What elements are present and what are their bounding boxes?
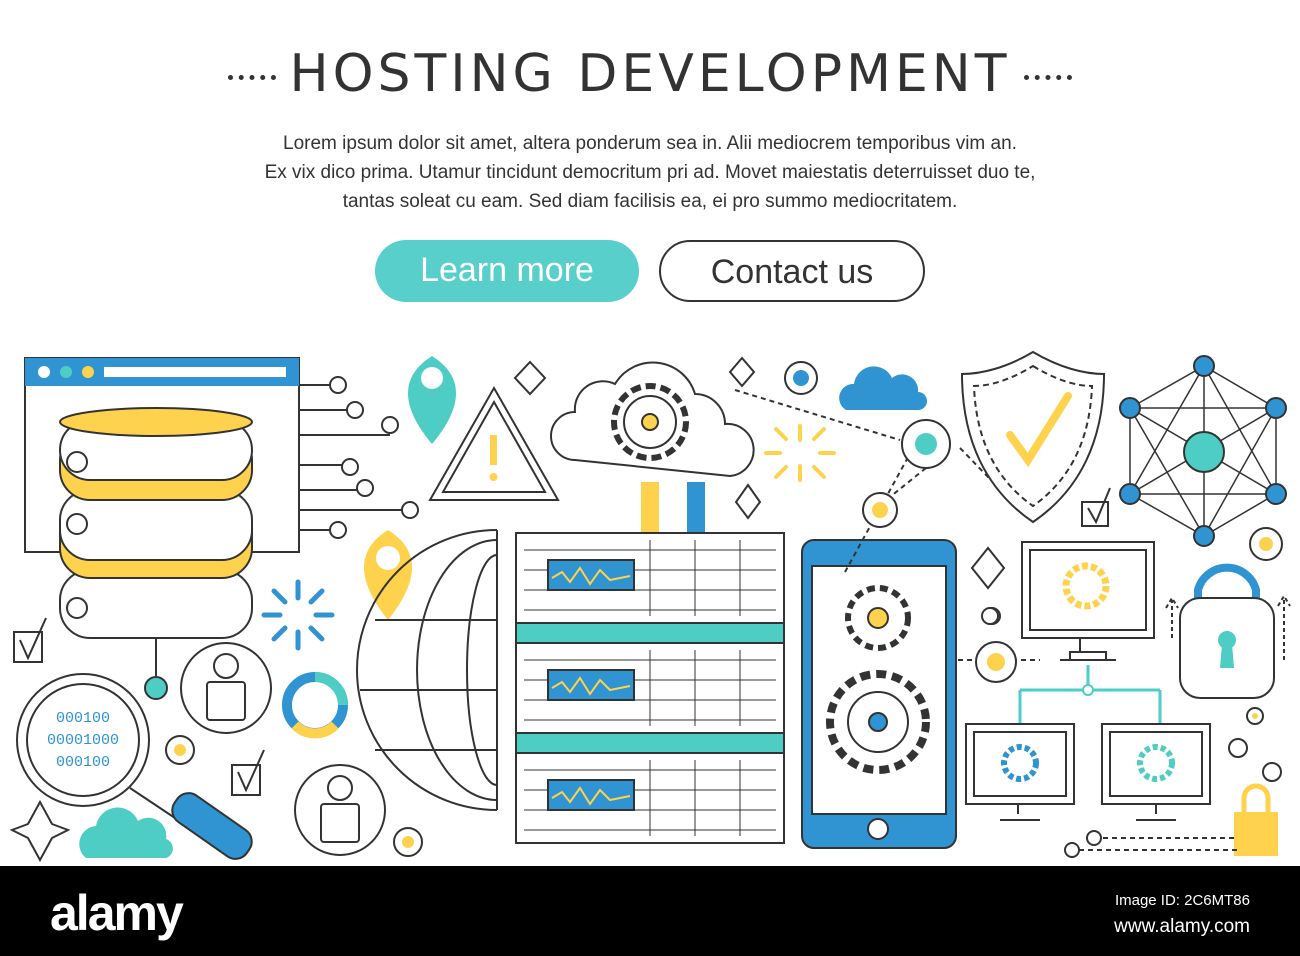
- page-title: HOSTING DEVELOPMENT: [0, 44, 1300, 104]
- donut-chart-icon: [282, 672, 348, 739]
- watermark-bar: alamy Image ID: 2C6MT86 www.alamy.com: [0, 866, 1300, 956]
- sparkle-icon: [9, 799, 71, 863]
- cloud-icon: [839, 366, 927, 410]
- binary-line: 000100: [56, 754, 110, 771]
- page: HOSTING DEVELOPMENT Lorem ipsum dolor si…: [0, 0, 1300, 956]
- monitor-gear-icon: [1021, 541, 1155, 661]
- cloud-gear-icon: [550, 361, 755, 478]
- intro-line: tantas soleat cu eam. Sed diam facilisis…: [342, 191, 958, 212]
- binary-line: 00001000: [47, 732, 119, 749]
- hosting-illustration: 000100 00001000 000100: [9, 350, 1291, 863]
- title-text: HOSTING DEVELOPMENT: [289, 44, 1011, 104]
- smartphone-icon: [801, 539, 957, 849]
- image-id: Image ID: 2C6MT86: [1114, 892, 1250, 909]
- dotted-divider-left: [227, 74, 276, 80]
- dotted-divider-right: [1024, 74, 1073, 80]
- intro-paragraph: Lorem ipsum dolor sit amet, altera ponde…: [0, 129, 1300, 216]
- monitor-gear-icon: [1101, 723, 1211, 821]
- user-icon: [180, 642, 272, 734]
- checkbox-icon: [1081, 487, 1111, 527]
- server-rack-icon: [515, 532, 785, 844]
- padlock-icon: [1179, 563, 1275, 699]
- database-icon: [24, 357, 300, 700]
- intro-line: Ex vix dico prima. Utamur tincidunt demo…: [264, 162, 1036, 183]
- site-url: www.alamy.com: [1114, 916, 1250, 937]
- user-icon: [294, 764, 386, 856]
- shield-check-icon: [960, 350, 1106, 524]
- checkbox-icon: [13, 617, 47, 663]
- map-pin-icon: [408, 356, 456, 444]
- cloud-icon: [79, 807, 173, 858]
- sun-burst-icon: [764, 424, 836, 482]
- binary-line: 000100: [56, 710, 110, 727]
- monitor-gear-icon: [965, 723, 1075, 821]
- sparkle-icon: [513, 360, 547, 396]
- connector-lines: [300, 376, 419, 539]
- intro-line: Lorem ipsum dolor sit amet, altera ponde…: [283, 133, 1017, 154]
- network-mesh-icon: [1119, 355, 1287, 547]
- padlock-icon: [1234, 783, 1278, 856]
- loading-icon: [261, 579, 335, 651]
- checkbox-icon: [231, 749, 265, 796]
- learn-more-button[interactable]: Learn more: [375, 240, 639, 302]
- alamy-logo: alamy: [50, 885, 184, 941]
- contact-us-button[interactable]: Contact us: [659, 240, 925, 302]
